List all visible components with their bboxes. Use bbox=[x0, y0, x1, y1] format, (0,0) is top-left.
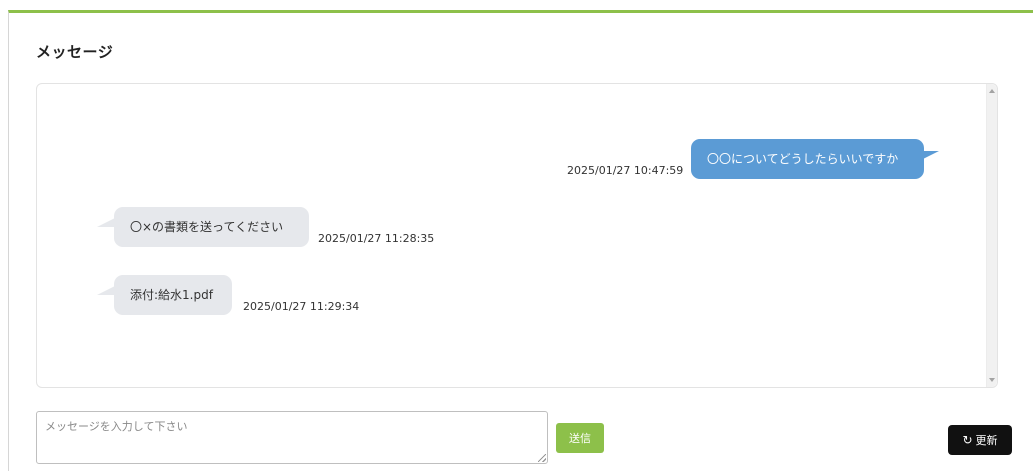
bubble-tail bbox=[921, 151, 939, 160]
refresh-label: 更新 bbox=[975, 434, 998, 447]
message-timestamp: 2025/01/27 10:47:59 bbox=[567, 164, 684, 177]
sent-message-bubble: 〇〇についてどうしたらいいですか bbox=[691, 139, 939, 179]
message-timestamp: 2025/01/27 11:29:34 bbox=[243, 300, 360, 313]
message-text: 〇×の書類を送ってください bbox=[130, 220, 284, 234]
resize-grip-icon[interactable] bbox=[538, 454, 546, 462]
message-panel: メッセージ 2025/01/27 10:47:59 〇〇についてどうしたらいいで… bbox=[8, 10, 1033, 471]
scroll-up-icon[interactable] bbox=[989, 89, 995, 93]
scroll-down-icon[interactable] bbox=[989, 378, 995, 382]
received-message-bubble: 〇×の書類を送ってください bbox=[97, 207, 309, 247]
refresh-button[interactable]: ↻ 更新 bbox=[948, 425, 1012, 455]
message-text: 〇〇についてどうしたらいいですか bbox=[707, 152, 899, 166]
message-timestamp: 2025/01/27 11:28:35 bbox=[318, 232, 435, 245]
attachment-message-bubble[interactable]: 添付:給水1.pdf bbox=[97, 275, 232, 315]
chat-scrollbar[interactable] bbox=[986, 84, 997, 387]
message-input[interactable] bbox=[36, 411, 548, 464]
attachment-link[interactable]: 添付:給水1.pdf bbox=[130, 288, 213, 302]
bubble-tail bbox=[97, 286, 115, 295]
send-button[interactable]: 送信 bbox=[556, 423, 604, 453]
bubble-tail bbox=[97, 218, 115, 227]
refresh-icon: ↻ bbox=[962, 433, 973, 447]
chat-history[interactable]: 2025/01/27 10:47:59 〇〇についてどうしたらいいですか 〇×の… bbox=[36, 83, 998, 388]
panel-title: メッセージ bbox=[36, 43, 114, 61]
